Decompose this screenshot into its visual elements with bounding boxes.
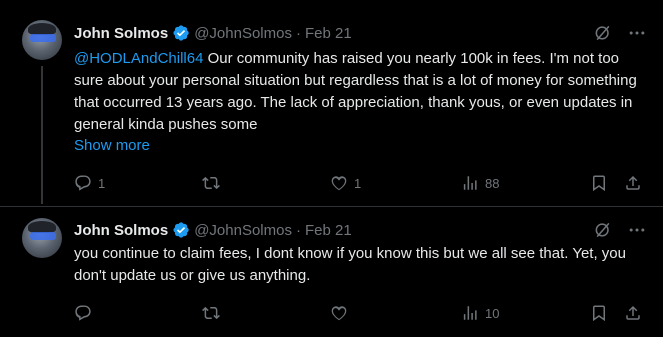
more-icon[interactable] (627, 220, 647, 240)
tweet[interactable]: John Solmos @JohnSolmos · Feb 21 you con… (0, 207, 663, 337)
share-button[interactable] (624, 173, 642, 193)
author-handle[interactable]: @JohnSolmos (194, 222, 292, 239)
show-more-link[interactable]: Show more (74, 137, 150, 154)
author-name[interactable]: John Solmos (74, 25, 168, 42)
reply-icon (75, 305, 91, 321)
views-count: 10 (485, 305, 500, 321)
bookmark-icon (593, 305, 605, 322)
tweet-header: John Solmos @JohnSolmos · Feb 21 (74, 23, 352, 43)
tweet-date[interactable]: Feb 21 (305, 222, 352, 239)
reply-count: 1 (98, 175, 106, 191)
repost-button[interactable] (202, 303, 226, 323)
share-button[interactable] (624, 303, 642, 323)
avatar[interactable] (22, 218, 62, 258)
repost-icon (202, 176, 220, 190)
like-button[interactable] (330, 303, 354, 323)
tweet[interactable]: John Solmos @JohnSolmos · Feb 21 @HODLAn… (0, 0, 663, 207)
author-name[interactable]: John Solmos (74, 222, 168, 239)
bookmark-button[interactable] (590, 303, 608, 323)
reply-button[interactable]: 1 (74, 173, 105, 193)
separator-dot: · (295, 221, 301, 239)
author-handle[interactable]: @JohnSolmos (194, 25, 292, 42)
reply-button[interactable] (74, 303, 98, 323)
tweet-top-icons (593, 23, 647, 43)
like-button[interactable]: 1 (330, 173, 361, 193)
avatar[interactable] (22, 20, 62, 60)
like-icon (331, 176, 347, 191)
grok-icon[interactable] (593, 220, 613, 240)
tweet-header: John Solmos @JohnSolmos · Feb 21 (74, 220, 352, 240)
thread-line (41, 66, 43, 204)
views-button[interactable]: 10 (461, 303, 499, 323)
separator-dot: · (295, 24, 301, 42)
views-icon (463, 176, 477, 190)
reply-icon (75, 175, 91, 191)
mention-link[interactable]: @HODLAndChill64 (74, 50, 203, 67)
tweet-top-icons (593, 220, 647, 240)
views-icon (463, 306, 477, 320)
share-icon (626, 175, 640, 190)
avatar-glasses (30, 232, 56, 240)
bookmark-icon (593, 175, 605, 192)
tweet-date[interactable]: Feb 21 (305, 25, 352, 42)
verified-badge-icon (173, 25, 189, 41)
views-button[interactable]: 88 (461, 173, 499, 193)
share-icon (626, 305, 640, 320)
tweet-text: you continue to claim fees, I dont know … (74, 245, 626, 284)
bookmark-button[interactable] (590, 173, 608, 193)
repost-icon (202, 306, 220, 320)
grok-icon[interactable] (593, 23, 613, 43)
like-icon (331, 306, 347, 321)
tweet-actions: 10 (74, 303, 646, 323)
tweet-actions: 1 1 88 (74, 173, 646, 193)
tweet-text: @HODLAndChill64 Our community has raised… (74, 48, 649, 136)
views-count: 88 (485, 175, 500, 191)
repost-button[interactable] (202, 173, 226, 193)
verified-badge-icon (173, 222, 189, 238)
like-count: 1 (354, 175, 362, 191)
avatar-glasses (30, 34, 56, 42)
more-icon[interactable] (627, 23, 647, 43)
